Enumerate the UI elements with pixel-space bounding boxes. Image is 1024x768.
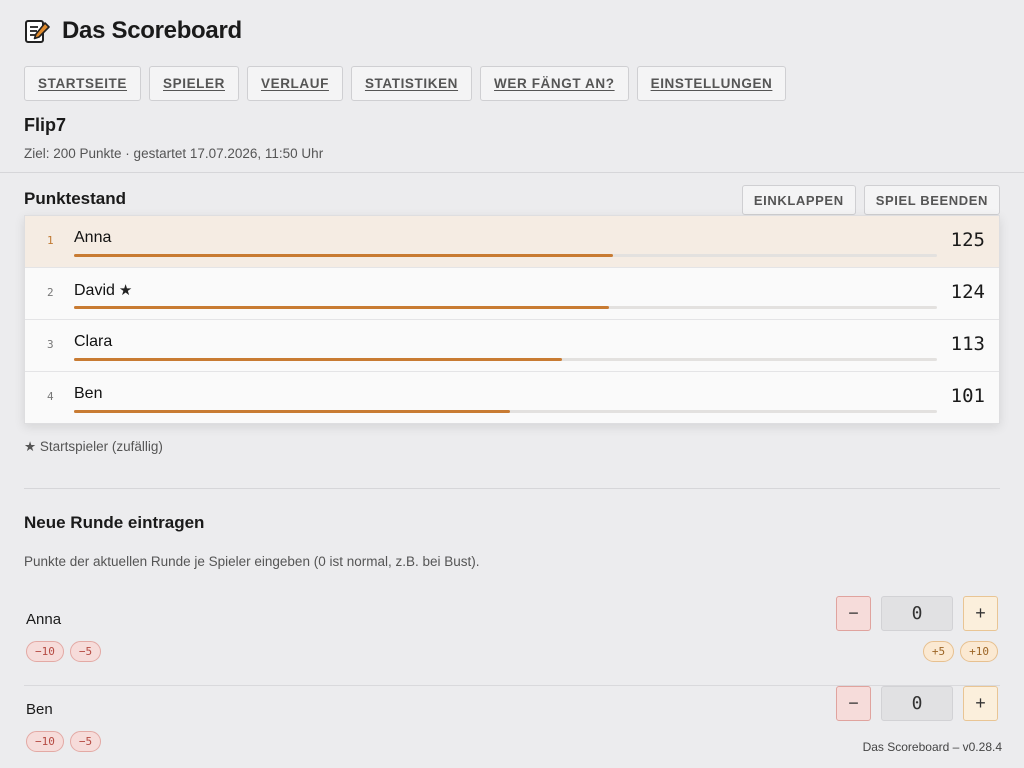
player-name: David ★ bbox=[74, 281, 132, 300]
rank-number: 4 bbox=[47, 390, 54, 403]
divider bbox=[0, 172, 1024, 173]
player-name-text: Ben bbox=[74, 385, 103, 402]
minus-10-chip[interactable]: −10 bbox=[26, 641, 64, 662]
player-name: Clara bbox=[74, 333, 112, 351]
main-nav: STARTSEITE SPIELER VERLAUF STATISTIKEN W… bbox=[24, 66, 787, 101]
end-game-button[interactable]: SPIEL BEENDEN bbox=[863, 185, 1000, 215]
round-points-input[interactable] bbox=[881, 596, 953, 631]
decrement-button[interactable]: − bbox=[836, 686, 871, 721]
scoreboard-row: 1 Anna 125 bbox=[25, 216, 999, 268]
divider bbox=[24, 488, 1000, 489]
round-entry-row: Ben − + −10 −5 bbox=[24, 686, 1000, 768]
app-page: Das Scoreboard STARTSEITE SPIELER VERLAU… bbox=[0, 0, 1024, 768]
rank-number: 2 bbox=[47, 286, 54, 299]
decrement-button[interactable]: − bbox=[836, 596, 871, 631]
minus-5-chip[interactable]: −5 bbox=[69, 731, 102, 752]
nav-spieler-button[interactable]: SPIELER bbox=[149, 66, 239, 101]
player-name: Anna bbox=[74, 229, 111, 247]
rank-number: 3 bbox=[47, 338, 54, 351]
app-title: Das Scoreboard bbox=[62, 17, 242, 44]
plus-10-chip[interactable]: +10 bbox=[960, 641, 998, 662]
entry-player-name: Ben bbox=[26, 701, 53, 718]
nav-startseite-button[interactable]: STARTSEITE bbox=[24, 66, 142, 101]
score-stepper: − + bbox=[836, 686, 998, 721]
new-round-hint: Punkte der aktuellen Runde je Spieler ei… bbox=[24, 554, 480, 569]
progress-fill bbox=[74, 254, 614, 257]
round-entry-row: Anna − + −10 −5 +5 +10 bbox=[24, 596, 1000, 686]
minus-10-chip[interactable]: −10 bbox=[26, 731, 64, 752]
nav-statistiken-button[interactable]: STATISTIKEN bbox=[350, 66, 473, 101]
minus-5-chip[interactable]: −5 bbox=[69, 641, 102, 662]
nav-verlauf-button[interactable]: VERLAUF bbox=[246, 66, 343, 101]
game-name: Flip7 bbox=[24, 115, 67, 135]
nav-einstellungen-button[interactable]: EINSTELLUNGEN bbox=[636, 66, 787, 101]
plus-5-chip[interactable]: +5 bbox=[922, 641, 955, 662]
star-icon: ★ bbox=[118, 282, 133, 299]
player-name-text: Clara bbox=[74, 333, 113, 350]
starter-legend: ★ Startspieler (zufällig) bbox=[24, 439, 163, 454]
player-name-text: David bbox=[74, 282, 115, 299]
collapse-button[interactable]: EINKLAPPEN bbox=[741, 185, 856, 215]
progress-track bbox=[74, 254, 937, 257]
player-name-text: Anna bbox=[74, 229, 112, 246]
player-name: Ben bbox=[74, 385, 102, 403]
rank-number: 1 bbox=[47, 234, 54, 247]
scoreboard-actions: EINKLAPPEN SPIEL BEENDEN bbox=[741, 185, 1000, 215]
progress-track bbox=[74, 358, 937, 361]
increment-button[interactable]: + bbox=[963, 686, 998, 721]
app-header: Das Scoreboard bbox=[24, 17, 242, 45]
negative-chips: −10 −5 bbox=[26, 731, 102, 752]
player-score: 113 bbox=[950, 333, 985, 355]
progress-track bbox=[74, 306, 937, 309]
player-score: 124 bbox=[950, 281, 985, 303]
scoreboard-row: 2 David ★ 124 bbox=[25, 268, 999, 320]
nav-wer-faengt-an-button[interactable]: WER FÄNGT AN? bbox=[480, 66, 629, 101]
scoreboard-title: Punktestand bbox=[24, 189, 127, 208]
game-meta: Ziel: 200 Punkte · gestartet 17.07.2026,… bbox=[24, 146, 324, 161]
player-score: 125 bbox=[950, 229, 985, 251]
progress-track bbox=[74, 410, 937, 413]
progress-fill bbox=[74, 306, 610, 309]
player-score: 101 bbox=[950, 385, 985, 407]
progress-fill bbox=[74, 410, 510, 413]
score-stepper: − + bbox=[836, 596, 998, 631]
round-points-input[interactable] bbox=[881, 686, 953, 721]
scoreboard-row: 3 Clara 113 bbox=[25, 320, 999, 372]
negative-chips: −10 −5 bbox=[26, 641, 102, 662]
version-footer: Das Scoreboard – v0.28.4 bbox=[856, 738, 1002, 756]
scoreboard-row: 4 Ben 101 bbox=[25, 372, 999, 424]
scoreboard-list: 1 Anna 125 2 David ★ 124 3 Clara 113 4 Be… bbox=[24, 215, 1000, 424]
notepad-pencil-icon bbox=[25, 20, 50, 43]
new-round-title: Neue Runde eintragen bbox=[24, 513, 205, 532]
positive-chips: +5 +10 bbox=[922, 641, 998, 662]
progress-fill bbox=[74, 358, 562, 361]
entry-player-name: Anna bbox=[26, 611, 62, 628]
increment-button[interactable]: + bbox=[963, 596, 998, 631]
